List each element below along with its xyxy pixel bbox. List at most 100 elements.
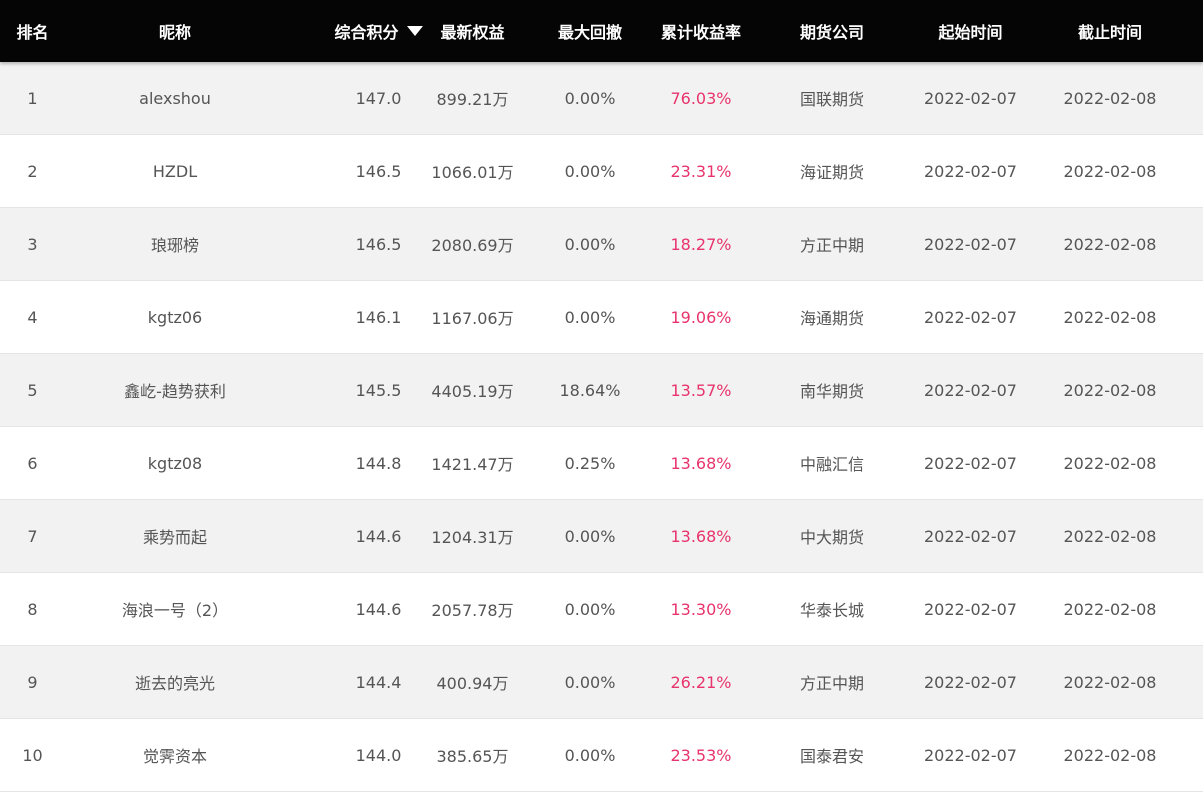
header-score-label: 综合积分 <box>334 23 399 42</box>
cell-drawdown: 18.64% <box>559 380 621 400</box>
cell-end: 2022-02-08 <box>1063 526 1157 546</box>
cell-rank: 2 <box>27 161 38 181</box>
cell-drawdown: 0.00% <box>564 234 616 254</box>
cell-end: 2022-02-08 <box>1063 234 1157 254</box>
cell-end: 2022-02-08 <box>1063 307 1157 327</box>
cell-company: 中大期货 <box>799 528 864 547</box>
cell-name[interactable]: kgtz08 <box>65 427 285 499</box>
cell-equity: 1421.47万 <box>431 455 514 474</box>
cell-start: 2022-02-07 <box>924 161 1017 181</box>
cell-return: 23.31% <box>670 161 732 181</box>
cell-start: 2022-02-07 <box>924 88 1017 108</box>
cell-return: 18.27% <box>670 234 732 254</box>
cell-company: 国泰君安 <box>799 747 864 766</box>
cell-end: 2022-02-08 <box>1063 453 1157 473</box>
cell-end: 2022-02-08 <box>1063 161 1157 181</box>
table-row[interactable]: 8 海浪一号（2） 144.6 2057.78万 0.00% 13.30% 华泰长城 2022… <box>0 573 1203 646</box>
cell-name[interactable]: 逝去的亮光 <box>65 646 285 718</box>
table-row[interactable]: 2 HZDL 146.5 1066.01万 0.00% 23.31% 海证期货 2022-02… <box>0 135 1203 208</box>
cell-company: 华泰长城 <box>799 601 864 620</box>
table-row[interactable]: 7 乘势而起 144.6 1204.31万 0.00% 13.68% 中大期货 2022-02… <box>0 500 1203 573</box>
cell-return: 76.03% <box>670 88 732 108</box>
cell-drawdown: 0.00% <box>564 88 616 108</box>
header-company: 期货公司 <box>799 23 864 42</box>
header-equity: 最新权益 <box>440 23 505 42</box>
cell-rank: 9 <box>27 672 38 692</box>
cell-equity: 1204.31万 <box>431 528 514 547</box>
cell-return: 13.57% <box>670 380 732 400</box>
cell-return: 23.53% <box>670 745 732 765</box>
table-body: 1 alexshou 147.0 899.21万 0.00% 76.03% 国联期货 2022… <box>0 62 1203 792</box>
header-rank: 排名 <box>16 23 49 42</box>
header-return: 累计收益率 <box>660 23 741 42</box>
cell-equity: 1066.01万 <box>431 163 514 182</box>
ranking-table: 排名 昵称 综合积分 最新权益 最大回撤 累计收益率 期货公司 起始时间 截止时… <box>0 0 1203 792</box>
cell-return: 26.21% <box>670 672 732 692</box>
cell-name[interactable]: 觉霁资本 <box>65 719 285 791</box>
cell-drawdown: 0.00% <box>564 745 616 765</box>
header-end: 截止时间 <box>1077 23 1142 42</box>
cell-equity: 400.94万 <box>436 674 509 693</box>
table-header: 排名 昵称 综合积分 最新权益 最大回撤 累计收益率 期货公司 起始时间 截止时… <box>0 0 1203 62</box>
cell-start: 2022-02-07 <box>924 380 1017 400</box>
cell-return: 13.68% <box>670 526 732 546</box>
cell-rank: 7 <box>27 526 38 546</box>
cell-drawdown: 0.00% <box>564 526 616 546</box>
cell-start: 2022-02-07 <box>924 526 1017 546</box>
cell-equity: 2080.69万 <box>431 236 514 255</box>
cell-return: 19.06% <box>670 307 732 327</box>
cell-equity: 4405.19万 <box>431 382 514 401</box>
cell-name[interactable]: alexshou <box>65 62 285 134</box>
cell-rank: 10 <box>22 745 43 765</box>
cell-name[interactable]: 鑫屹-趋势获利 <box>65 354 285 426</box>
cell-return: 13.68% <box>670 453 732 473</box>
cell-end: 2022-02-08 <box>1063 88 1157 108</box>
cell-end: 2022-02-08 <box>1063 380 1157 400</box>
cell-rank: 8 <box>27 599 38 619</box>
table-row[interactable]: 10 觉霁资本 144.0 385.65万 0.00% 23.53% 国泰君安 2022-02… <box>0 719 1203 792</box>
cell-company: 方正中期 <box>799 236 864 255</box>
table-row[interactable]: 9 逝去的亮光 144.4 400.94万 0.00% 26.21% 方正中期 2022-02… <box>0 646 1203 719</box>
cell-rank: 3 <box>27 234 38 254</box>
cell-end: 2022-02-08 <box>1063 745 1157 765</box>
table-row[interactable]: 6 kgtz08 144.8 1421.47万 0.25% 13.68% 中融汇信 2022-… <box>0 427 1203 500</box>
cell-rank: 5 <box>27 380 38 400</box>
cell-drawdown: 0.00% <box>564 307 616 327</box>
table-row[interactable]: 5 鑫屹-趋势获利 145.5 4405.19万 18.64% 13.57% 南华期货 202… <box>0 354 1203 427</box>
cell-name[interactable]: 琅琊榜 <box>65 208 285 280</box>
cell-start: 2022-02-07 <box>924 234 1017 254</box>
cell-name[interactable]: 海浪一号（2） <box>65 573 285 645</box>
header-start: 起始时间 <box>938 23 1003 42</box>
cell-drawdown: 0.00% <box>564 161 616 181</box>
table-row[interactable]: 3 琅琊榜 146.5 2080.69万 0.00% 18.27% 方正中期 2022-02-… <box>0 208 1203 281</box>
cell-end: 2022-02-08 <box>1063 672 1157 692</box>
cell-equity: 1167.06万 <box>431 309 514 328</box>
cell-company: 南华期货 <box>799 382 864 401</box>
cell-rank: 4 <box>27 307 38 327</box>
table-row[interactable]: 1 alexshou 147.0 899.21万 0.00% 76.03% 国联期货 2022… <box>0 62 1203 135</box>
cell-equity: 385.65万 <box>436 747 509 766</box>
cell-rank: 6 <box>27 453 38 473</box>
cell-drawdown: 0.00% <box>564 672 616 692</box>
cell-equity: 899.21万 <box>436 90 509 109</box>
cell-company: 海通期货 <box>799 309 864 328</box>
cell-company: 海证期货 <box>799 163 864 182</box>
header-name: 昵称 <box>158 23 191 42</box>
cell-end: 2022-02-08 <box>1063 599 1157 619</box>
cell-drawdown: 0.25% <box>564 453 616 473</box>
table-row[interactable]: 4 kgtz06 146.1 1167.06万 0.00% 19.06% 海通期货 2022-… <box>0 281 1203 354</box>
cell-company: 国联期货 <box>799 90 864 109</box>
cell-start: 2022-02-07 <box>924 453 1017 473</box>
header-drawdown: 最大回撤 <box>557 23 622 42</box>
cell-rank: 1 <box>27 88 38 108</box>
cell-start: 2022-02-07 <box>924 599 1017 619</box>
cell-name[interactable]: HZDL <box>65 135 285 207</box>
cell-drawdown: 0.00% <box>564 599 616 619</box>
cell-equity: 2057.78万 <box>431 601 514 620</box>
cell-name[interactable]: kgtz06 <box>65 281 285 353</box>
cell-start: 2022-02-07 <box>924 745 1017 765</box>
cell-name[interactable]: 乘势而起 <box>65 500 285 572</box>
cell-company: 方正中期 <box>799 674 864 693</box>
cell-start: 2022-02-07 <box>924 307 1017 327</box>
cell-return: 13.30% <box>670 599 732 619</box>
